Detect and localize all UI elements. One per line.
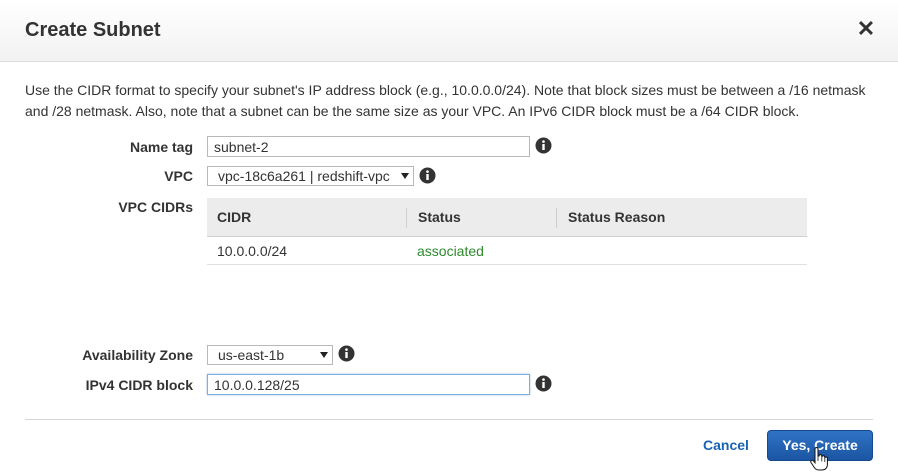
info-icon[interactable] bbox=[419, 167, 436, 184]
cancel-button[interactable]: Cancel bbox=[703, 437, 749, 453]
vpc-cidrs-table: CIDR Status Status Reason 10.0.0.0/24 as… bbox=[207, 198, 807, 265]
availability-zone-label: Availability Zone bbox=[82, 347, 193, 363]
dialog-header: Create Subnet ✕ bbox=[0, 0, 898, 62]
chevron-down-icon bbox=[401, 173, 409, 179]
ipv4-cidr-label: IPv4 CIDR block bbox=[85, 377, 193, 393]
info-icon[interactable] bbox=[535, 137, 552, 154]
name-tag-label: Name tag bbox=[129, 139, 193, 155]
vpc-select[interactable]: vpc-18c6a261 | redshift-vpc bbox=[207, 166, 414, 186]
info-icon[interactable] bbox=[535, 375, 552, 392]
chevron-down-icon bbox=[320, 352, 328, 358]
column-header-status[interactable]: Status bbox=[418, 209, 461, 225]
cidr-cell: 10.0.0.0/24 bbox=[217, 243, 288, 259]
close-icon[interactable]: ✕ bbox=[856, 17, 876, 41]
table-header: CIDR Status Status Reason bbox=[207, 198, 807, 237]
column-header-status-reason[interactable]: Status Reason bbox=[568, 209, 665, 225]
vpc-cidrs-label: VPC CIDRs bbox=[118, 199, 193, 215]
vpc-select-value: vpc-18c6a261 | redshift-vpc bbox=[218, 168, 390, 184]
ipv4-cidr-input[interactable] bbox=[207, 374, 530, 395]
footer-divider bbox=[25, 419, 873, 420]
column-header-cidr[interactable]: CIDR bbox=[217, 209, 251, 225]
hand-pointer-icon bbox=[810, 447, 828, 471]
info-icon[interactable] bbox=[338, 345, 355, 362]
table-row: 10.0.0.0/24 associated bbox=[207, 237, 807, 265]
dialog-description: Use the CIDR format to specify your subn… bbox=[25, 82, 866, 119]
column-divider bbox=[406, 208, 407, 228]
dialog-title: Create Subnet bbox=[25, 19, 161, 41]
status-cell: associated bbox=[417, 243, 484, 259]
vpc-label: VPC bbox=[164, 168, 193, 184]
availability-zone-value: us-east-1b bbox=[218, 347, 285, 363]
availability-zone-select[interactable]: us-east-1b bbox=[207, 345, 333, 365]
name-tag-input[interactable] bbox=[207, 136, 530, 157]
column-divider bbox=[556, 208, 557, 228]
